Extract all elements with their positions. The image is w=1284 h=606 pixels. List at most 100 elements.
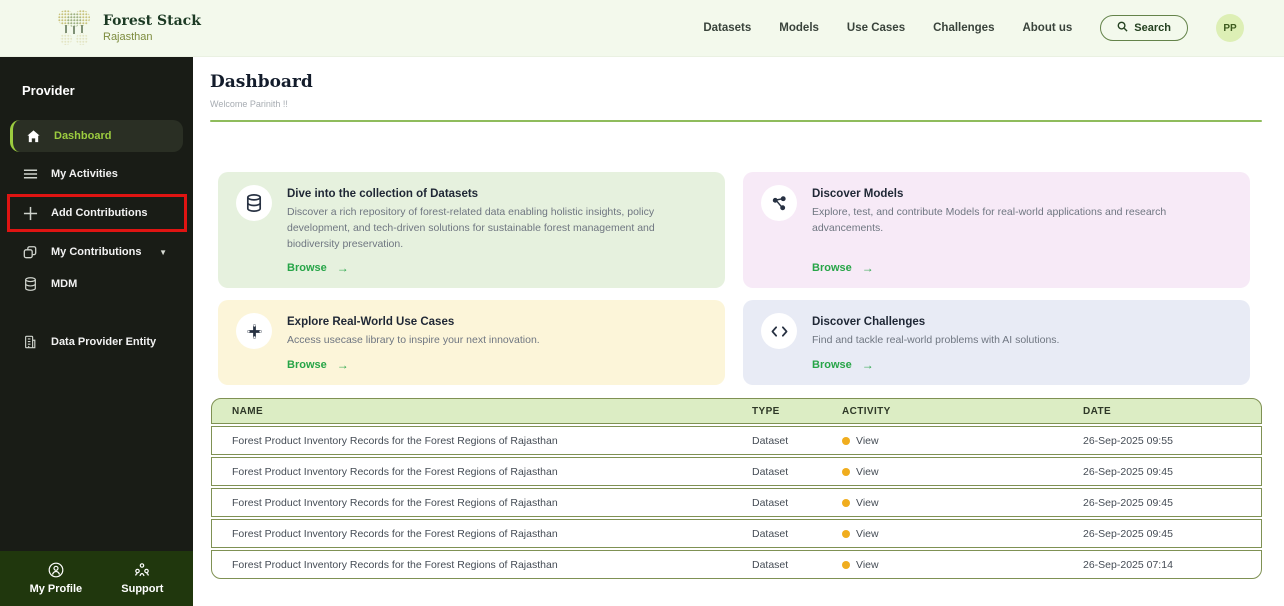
table-row[interactable]: Forest Product Inventory Records for the…	[211, 519, 1262, 548]
sidebar-footer: My Profile Support	[0, 551, 193, 606]
home-icon	[25, 128, 41, 144]
cell-name: Forest Product Inventory Records for the…	[212, 497, 732, 509]
cell-date: 26-Sep-2025 09:55	[1063, 435, 1261, 447]
sidebar-item-data-provider-entity[interactable]: Data Provider Entity	[0, 326, 193, 358]
arrow-right-icon: →	[862, 261, 874, 275]
card-description: Access usecase library to inspire your n…	[287, 333, 707, 349]
activity-dot-icon	[842, 468, 850, 476]
cell-type: Dataset	[732, 497, 822, 509]
person-circle-icon	[48, 562, 64, 581]
table-row[interactable]: Forest Product Inventory Records for the…	[211, 488, 1262, 517]
cell-type: Dataset	[732, 435, 822, 447]
recent-activity-table: NAME TYPE ACTIVITY DATE Forest Product I…	[211, 398, 1262, 579]
browse-label: Browse	[287, 359, 327, 371]
cell-activity: View	[822, 559, 1063, 571]
nav-about-us[interactable]: About us	[1022, 22, 1072, 34]
browse-datasets-link[interactable]: Browse →	[287, 252, 707, 275]
activity-dot-icon	[842, 530, 850, 538]
building-icon	[22, 334, 38, 350]
sidebar-item-label: My Activities	[51, 168, 118, 180]
green-divider	[210, 120, 1262, 122]
support-button[interactable]: Support	[121, 562, 163, 595]
browse-challenges-link[interactable]: Browse →	[812, 349, 1232, 372]
browse-label: Browse	[812, 262, 852, 274]
browse-label: Browse	[812, 359, 852, 371]
my-profile-label: My Profile	[30, 583, 83, 595]
plus-icon	[22, 205, 38, 221]
search-button-label: Search	[1134, 22, 1171, 34]
welcome-text: Welcome Parinith !!	[210, 99, 1262, 109]
sidebar-item-label: Dashboard	[54, 130, 111, 142]
activity-label: View	[856, 559, 879, 571]
cell-date: 26-Sep-2025 09:45	[1063, 497, 1261, 509]
column-header-name: NAME	[212, 406, 732, 417]
sidebar: Provider Dashboard My Activities	[0, 57, 193, 606]
nav-models[interactable]: Models	[779, 22, 819, 34]
search-button[interactable]: Search	[1100, 15, 1188, 41]
page-title: Dashboard	[210, 72, 1262, 92]
cell-activity: View	[822, 528, 1063, 540]
card-title: Discover Challenges	[812, 316, 1232, 328]
cell-activity: View	[822, 435, 1063, 447]
card-models[interactable]: Discover Models Explore, test, and contr…	[743, 172, 1250, 288]
cross-icon	[236, 313, 272, 349]
column-header-type: TYPE	[732, 406, 822, 417]
cell-date: 26-Sep-2025 07:14	[1063, 559, 1261, 571]
cell-type: Dataset	[732, 559, 822, 571]
sidebar-item-my-activities[interactable]: My Activities	[0, 158, 193, 190]
card-challenges[interactable]: Discover Challenges Find and tackle real…	[743, 300, 1250, 385]
activity-dot-icon	[842, 437, 850, 445]
sidebar-item-label: MDM	[51, 278, 77, 290]
sidebar-item-mdm[interactable]: MDM	[0, 268, 193, 300]
column-header-activity: ACTIVITY	[822, 406, 1063, 417]
brand-subtitle: Rajasthan	[103, 31, 201, 43]
support-label: Support	[121, 583, 163, 595]
table-header-row: NAME TYPE ACTIVITY DATE	[211, 398, 1262, 424]
chevron-down-icon[interactable]: ▼	[159, 248, 167, 257]
list-icon	[22, 166, 38, 182]
cell-activity: View	[822, 466, 1063, 478]
card-use-cases[interactable]: Explore Real-World Use Cases Access usec…	[218, 300, 725, 385]
cell-name: Forest Product Inventory Records for the…	[212, 559, 732, 571]
card-title: Discover Models	[812, 188, 1232, 200]
database-icon	[22, 276, 38, 292]
top-header: Forest Stack Rajasthan Datasets Models U…	[0, 0, 1284, 57]
search-icon	[1117, 21, 1128, 35]
sidebar-item-label: Add Contributions	[51, 207, 148, 219]
database-icon	[236, 185, 272, 221]
nav-datasets[interactable]: Datasets	[703, 22, 751, 34]
quick-link-cards: Dive into the collection of Datasets Dis…	[218, 172, 1250, 385]
copy-icon	[22, 244, 38, 260]
my-profile-button[interactable]: My Profile	[30, 562, 83, 595]
main-content: Dashboard Welcome Parinith !! Dive into …	[193, 57, 1284, 606]
cell-name: Forest Product Inventory Records for the…	[212, 435, 732, 447]
table-row[interactable]: Forest Product Inventory Records for the…	[211, 457, 1262, 486]
sidebar-item-my-contributions[interactable]: My Contributions ▼	[0, 236, 193, 268]
card-title: Dive into the collection of Datasets	[287, 188, 707, 200]
nav-use-cases[interactable]: Use Cases	[847, 22, 905, 34]
code-icon	[761, 313, 797, 349]
table-row[interactable]: Forest Product Inventory Records for the…	[211, 426, 1262, 455]
activity-label: View	[856, 466, 879, 478]
browse-use-cases-link[interactable]: Browse →	[287, 349, 707, 372]
browse-models-link[interactable]: Browse →	[812, 252, 1232, 275]
card-description: Find and tackle real-world problems with…	[812, 333, 1232, 349]
arrow-right-icon: →	[862, 358, 874, 372]
cell-type: Dataset	[732, 528, 822, 540]
card-datasets[interactable]: Dive into the collection of Datasets Dis…	[218, 172, 725, 288]
user-avatar[interactable]: PP	[1216, 14, 1244, 42]
top-navigation: Datasets Models Use Cases Challenges Abo…	[703, 14, 1244, 42]
brand[interactable]: Forest Stack Rajasthan	[55, 7, 201, 50]
sidebar-item-dashboard[interactable]: Dashboard	[10, 120, 183, 152]
cell-name: Forest Product Inventory Records for the…	[212, 466, 732, 478]
sidebar-item-add-contributions[interactable]: Add Contributions	[10, 197, 184, 229]
table-row[interactable]: Forest Product Inventory Records for the…	[211, 550, 1262, 579]
activity-label: View	[856, 497, 879, 509]
card-description: Explore, test, and contribute Models for…	[812, 205, 1232, 237]
nav-challenges[interactable]: Challenges	[933, 22, 994, 34]
sidebar-item-label: My Contributions	[51, 246, 141, 258]
arrow-right-icon: →	[337, 261, 349, 275]
arrow-right-icon: →	[337, 358, 349, 372]
annotation-red-box: Add Contributions	[7, 194, 187, 232]
cell-date: 26-Sep-2025 09:45	[1063, 466, 1261, 478]
